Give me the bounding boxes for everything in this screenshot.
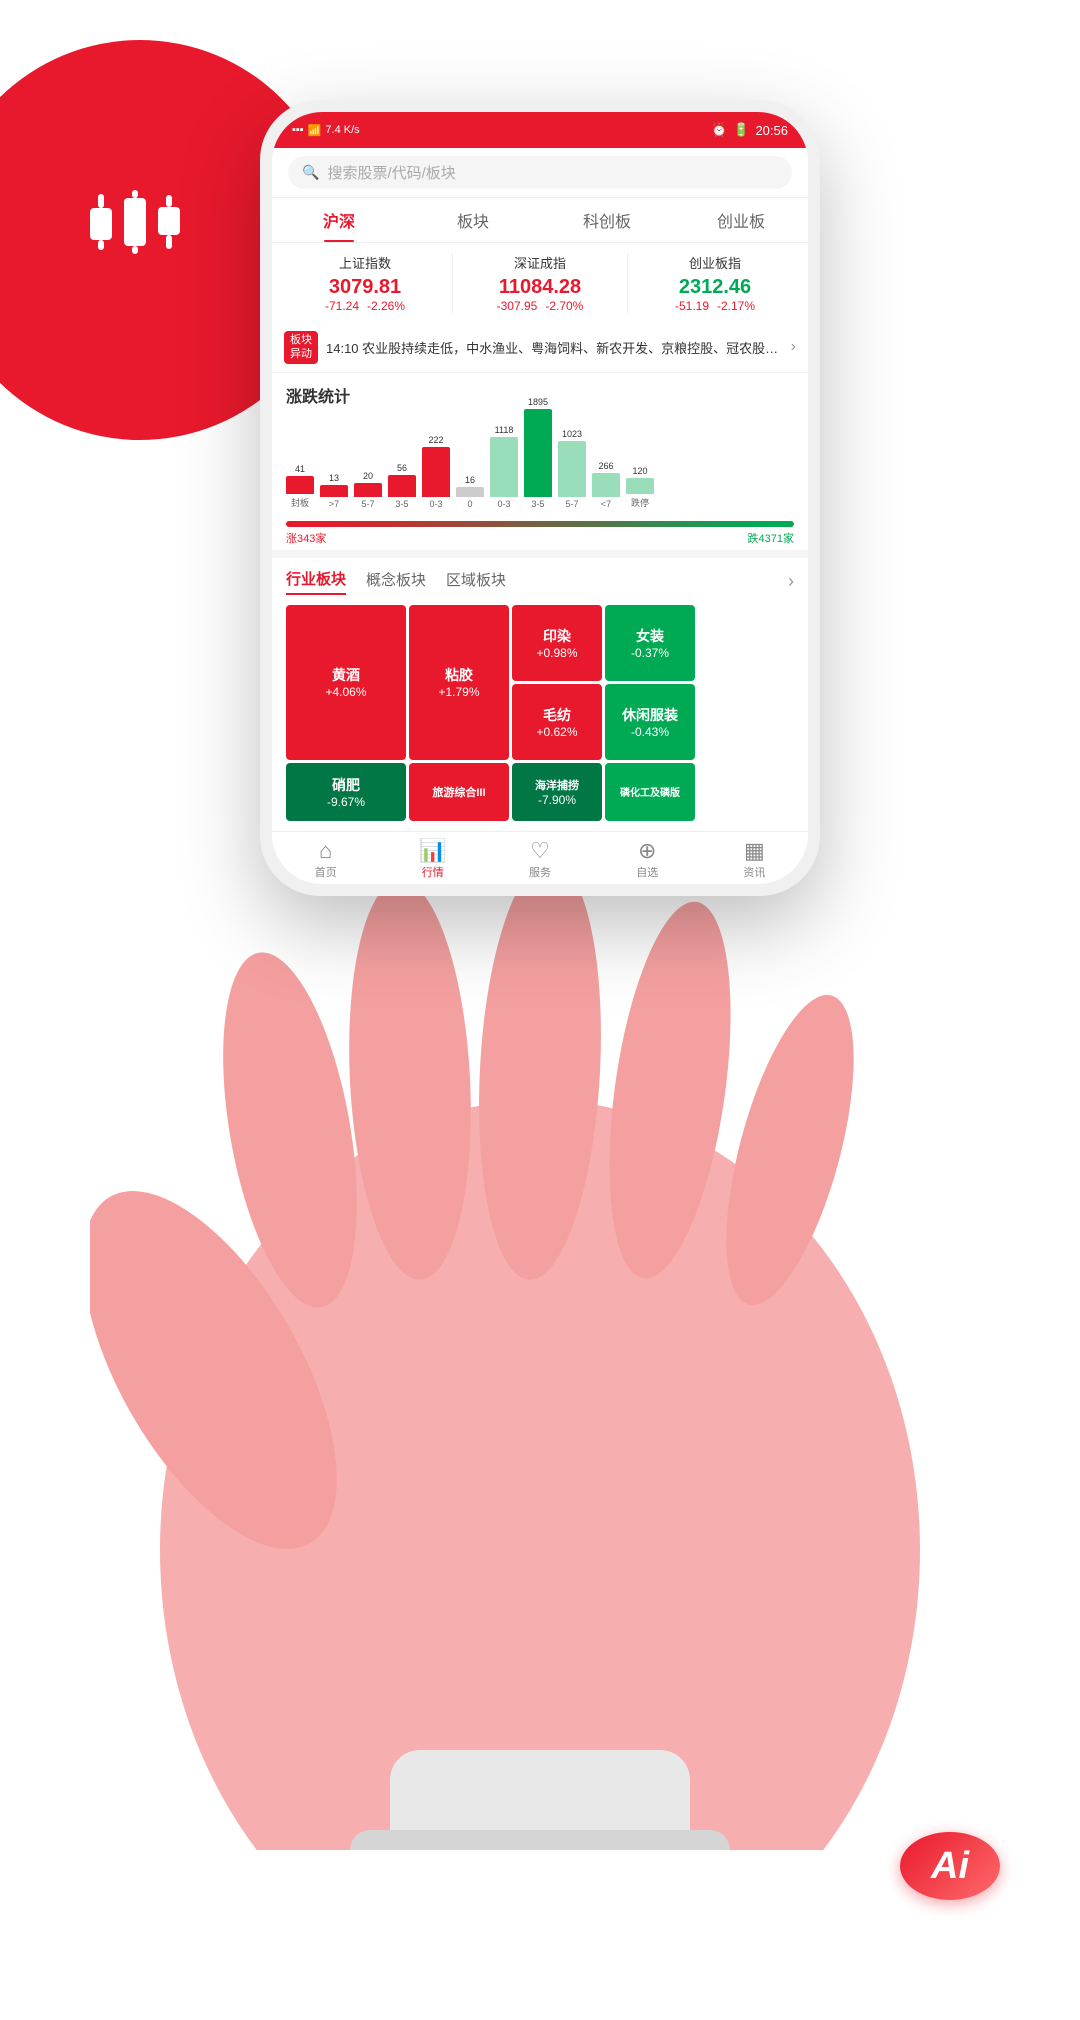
progress-labels: 涨343家 跌4371家 bbox=[286, 530, 794, 546]
watchlist-icon: ⊕ bbox=[638, 840, 656, 862]
candle-2 bbox=[124, 190, 146, 254]
bar-gt7: 13 >7 bbox=[320, 473, 348, 509]
alarm-icon: ⏰ bbox=[711, 122, 727, 138]
status-bar: ▪▪▪ 📶 7.4 K/s ⏰ 🔋 20:56 bbox=[272, 112, 808, 148]
bar-5-7: 20 5-7 bbox=[354, 471, 382, 509]
app-logo-icon bbox=[90, 190, 180, 254]
speed-text: 7.4 K/s bbox=[325, 124, 359, 136]
phone-screen: ▪▪▪ 📶 7.4 K/s ⏰ 🔋 20:56 🔍 搜索股票/代码/板块 沪深 … bbox=[272, 112, 808, 884]
heatmap-nvzhuang[interactable]: 女装 -0.37% bbox=[605, 605, 695, 681]
index-change-sh: -71.24-2.26% bbox=[286, 299, 444, 313]
bar-3-5-green: 1895 3-5 bbox=[524, 397, 552, 509]
nav-news-label: 资讯 bbox=[743, 864, 765, 880]
heatmap-xiuxian[interactable]: 休闲服装 -0.43% bbox=[605, 684, 695, 760]
heatmap-maofang[interactable]: 毛纺 +0.62% bbox=[512, 684, 602, 760]
nav-service[interactable]: ♡ 服务 bbox=[486, 840, 593, 880]
index-name-cy: 创业板指 bbox=[636, 253, 794, 272]
tab-concept[interactable]: 概念板块 bbox=[366, 569, 426, 594]
service-icon: ♡ bbox=[530, 840, 550, 862]
heatmap-xiaofei[interactable]: 硝肥 -9.67% bbox=[286, 763, 406, 821]
nav-watchlist-label: 自选 bbox=[636, 864, 658, 880]
heatmap-haiyang[interactable]: 海洋捕捞 -7.90% bbox=[512, 763, 602, 821]
heatmap: 黄酒 +4.06% 粘胶 +1.79% 印染 +0.98% 女装 -0.37% bbox=[272, 605, 808, 831]
index-divider-2 bbox=[627, 253, 628, 313]
index-value-sh: 3079.81 bbox=[286, 276, 444, 299]
sector-more-icon[interactable]: › bbox=[788, 571, 794, 592]
market-nav-tabs: 沪深 板块 科创板 创业板 bbox=[272, 198, 808, 243]
search-icon: 🔍 bbox=[302, 164, 319, 181]
bar-0-3-green: 1118 0-3 bbox=[490, 425, 518, 509]
search-bar[interactable]: 🔍 搜索股票/代码/板块 bbox=[272, 148, 808, 198]
time-display: 20:56 bbox=[755, 123, 788, 138]
index-section: 上证指数 3079.81 -71.24-2.26% 深证成指 11084.28 … bbox=[272, 243, 808, 323]
nav-home-label: 首页 bbox=[315, 864, 337, 880]
nav-watchlist[interactable]: ⊕ 自选 bbox=[594, 840, 701, 880]
heatmap-lvyou[interactable]: 旅游综合III bbox=[409, 763, 509, 821]
rise-fall-progress bbox=[286, 521, 794, 527]
wifi-icon: 📶 bbox=[308, 124, 322, 137]
status-right: ⏰ 🔋 20:56 bbox=[711, 122, 788, 138]
nav-service-label: 服务 bbox=[529, 864, 551, 880]
nav-market[interactable]: 📊 行情 bbox=[379, 840, 486, 880]
phone-mockup: ▪▪▪ 📶 7.4 K/s ⏰ 🔋 20:56 🔍 搜索股票/代码/板块 沪深 … bbox=[260, 100, 820, 896]
tab-hushhen[interactable]: 沪深 bbox=[272, 198, 406, 242]
bar-zero: 16 0 bbox=[456, 475, 484, 509]
index-value-cy: 2312.46 bbox=[636, 276, 794, 299]
index-name-sz: 深证成指 bbox=[461, 253, 619, 272]
news-badge: 板块 异动 bbox=[284, 331, 318, 364]
candle-1 bbox=[90, 194, 112, 250]
index-change-sz: -307.95-2.70% bbox=[461, 299, 619, 313]
search-placeholder: 搜索股票/代码/板块 bbox=[327, 162, 455, 183]
bar-chart: 41 封板 13 >7 20 5-7 56 3-5 bbox=[286, 413, 794, 513]
heatmap-grid: 黄酒 +4.06% 粘胶 +1.79% 印染 +0.98% 女装 -0.37% bbox=[286, 605, 794, 821]
bar-5-7-green: 1023 5-7 bbox=[558, 429, 586, 509]
sector-tabs: 行业板块 概念板块 区域板块 › bbox=[272, 550, 808, 605]
ai-badge[interactable]: Ai bbox=[900, 1832, 1000, 1900]
market-icon: 📊 bbox=[419, 840, 446, 862]
news-text: 14:10 农业股持续走低，中水渔业、粤海饲料、新农开发、京粮控股、冠农股份等 bbox=[326, 338, 783, 357]
heatmap-linhuagong[interactable]: 磷化工及磷版 bbox=[605, 763, 695, 821]
up-count-label: 涨343家 bbox=[286, 530, 326, 546]
signal-icon: ▪▪▪ bbox=[292, 124, 304, 136]
bar-3-5: 56 3-5 bbox=[388, 463, 416, 509]
down-count-label: 跌4371家 bbox=[748, 530, 794, 546]
heatmap-niaojiao[interactable]: 粘胶 +1.79% bbox=[409, 605, 509, 760]
nav-market-label: 行情 bbox=[422, 864, 444, 880]
heatmap-yinran[interactable]: 印染 +0.98% bbox=[512, 605, 602, 681]
status-left: ▪▪▪ 📶 7.4 K/s bbox=[292, 124, 360, 137]
index-shanghai[interactable]: 上证指数 3079.81 -71.24-2.26% bbox=[286, 253, 444, 313]
index-divider-1 bbox=[452, 253, 453, 313]
search-input-container[interactable]: 🔍 搜索股票/代码/板块 bbox=[288, 156, 792, 189]
index-name-sh: 上证指数 bbox=[286, 253, 444, 272]
index-shenzhen[interactable]: 深证成指 11084.28 -307.95-2.70% bbox=[461, 253, 619, 313]
candle-3 bbox=[158, 195, 180, 249]
heatmap-huangjiu[interactable]: 黄酒 +4.06% bbox=[286, 605, 406, 760]
index-chuangye[interactable]: 创业板指 2312.46 -51.19-2.17% bbox=[636, 253, 794, 313]
news-arrow-icon: › bbox=[791, 338, 796, 356]
bar-0-3-red: 222 0-3 bbox=[422, 435, 450, 509]
tab-sector[interactable]: 板块 bbox=[406, 198, 540, 242]
ai-text: Ai bbox=[931, 1845, 969, 1888]
home-icon: ⌂ bbox=[319, 840, 332, 862]
battery-icon: 🔋 bbox=[733, 122, 749, 138]
nav-home[interactable]: ⌂ 首页 bbox=[272, 840, 379, 880]
bar-fengban: 41 封板 bbox=[286, 464, 314, 509]
tab-region[interactable]: 区域板块 bbox=[446, 569, 506, 594]
tab-chuangye[interactable]: 创业板 bbox=[674, 198, 808, 242]
tab-industry[interactable]: 行业板块 bbox=[286, 568, 346, 595]
index-change-cy: -51.19-2.17% bbox=[636, 299, 794, 313]
progress-bar-section: 涨343家 跌4371家 bbox=[272, 521, 808, 550]
news-icon: ▦ bbox=[744, 840, 765, 862]
bar-lt7-green: 266 <7 bbox=[592, 461, 620, 509]
chart-area: 41 封板 13 >7 20 5-7 56 3-5 bbox=[272, 413, 808, 521]
index-value-sz: 11084.28 bbox=[461, 276, 619, 299]
bottom-nav: ⌂ 首页 📊 行情 ♡ 服务 ⊕ 自选 ▦ 资讯 bbox=[272, 831, 808, 884]
bar-diejing: 120 跌停 bbox=[626, 466, 654, 509]
news-ticker[interactable]: 板块 异动 14:10 农业股持续走低，中水渔业、粤海饲料、新农开发、京粮控股、… bbox=[272, 323, 808, 373]
nav-news[interactable]: ▦ 资讯 bbox=[701, 840, 808, 880]
tab-kechuang[interactable]: 科创板 bbox=[540, 198, 674, 242]
